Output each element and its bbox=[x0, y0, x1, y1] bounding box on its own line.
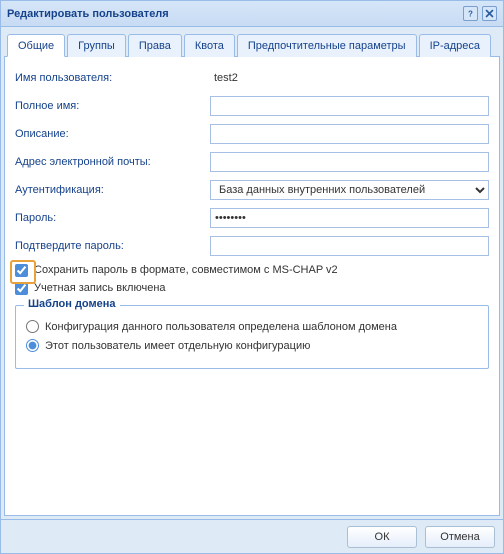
input-password[interactable] bbox=[210, 208, 489, 228]
fieldset-domain-template: Шаблон домена Конфигурация данного польз… bbox=[15, 305, 489, 369]
label-radio-separate: Этот пользователь имеет отдельную конфиг… bbox=[45, 340, 310, 352]
ok-button[interactable]: ОК bbox=[347, 526, 417, 548]
titlebar-icons: ? bbox=[463, 6, 497, 21]
label-account-enabled: Учетная запись включена bbox=[34, 281, 166, 295]
row-username: Имя пользователя: bbox=[15, 67, 489, 89]
dialog-body: Общие Группы Права Квота Предпочтительны… bbox=[1, 27, 503, 519]
input-email[interactable] bbox=[210, 152, 489, 172]
svg-text:?: ? bbox=[468, 10, 473, 19]
edit-user-dialog: Редактировать пользователя ? Общие Групп… bbox=[0, 0, 504, 554]
select-auth[interactable]: База данных внутренних пользователей bbox=[210, 180, 489, 200]
row-account-enabled: Учетная запись включена bbox=[15, 281, 489, 295]
input-description[interactable] bbox=[210, 124, 489, 144]
tab-general[interactable]: Общие bbox=[7, 34, 65, 57]
close-icon[interactable] bbox=[482, 6, 497, 21]
row-password: Пароль: bbox=[15, 207, 489, 229]
tab-preferences[interactable]: Предпочтительные параметры bbox=[237, 34, 417, 57]
radio-domain-template[interactable] bbox=[26, 320, 39, 333]
titlebar: Редактировать пользователя ? bbox=[1, 1, 503, 27]
help-icon[interactable]: ? bbox=[463, 6, 478, 21]
input-confirm[interactable] bbox=[210, 236, 489, 256]
tab-panel-general: Имя пользователя: Полное имя: Описание: … bbox=[4, 57, 500, 516]
label-email: Адрес электронной почты: bbox=[15, 156, 210, 168]
label-password: Пароль: bbox=[15, 212, 210, 224]
dialog-title: Редактировать пользователя bbox=[7, 8, 169, 20]
row-mschap: Сохранить пароль в формате, совместимом … bbox=[15, 263, 489, 277]
row-confirm: Подтвердите пароль: bbox=[15, 235, 489, 257]
row-description: Описание: bbox=[15, 123, 489, 145]
label-description: Описание: bbox=[15, 128, 210, 140]
label-confirm: Подтвердите пароль: bbox=[15, 240, 210, 252]
tab-quota[interactable]: Квота bbox=[184, 34, 235, 57]
label-radio-domain: Конфигурация данного пользователя опреде… bbox=[45, 321, 397, 333]
button-bar: ОК Отмена bbox=[1, 519, 503, 553]
row-email: Адрес электронной почты: bbox=[15, 151, 489, 173]
row-radio-separate: Этот пользователь имеет отдельную конфиг… bbox=[26, 339, 478, 352]
tabstrip: Общие Группы Права Квота Предпочтительны… bbox=[4, 30, 500, 57]
row-auth: Аутентификация: База данных внутренних п… bbox=[15, 179, 489, 201]
tab-ipaddresses[interactable]: IP-адреса bbox=[419, 34, 491, 57]
row-radio-domain: Конфигурация данного пользователя опреде… bbox=[26, 320, 478, 333]
row-fullname: Полное имя: bbox=[15, 95, 489, 117]
checkbox-account-enabled[interactable] bbox=[15, 282, 28, 295]
checkbox-mschap[interactable] bbox=[15, 264, 28, 277]
label-fullname: Полное имя: bbox=[15, 100, 210, 112]
input-username[interactable] bbox=[210, 68, 489, 88]
legend-domain-template: Шаблон домена bbox=[24, 298, 120, 310]
radio-separate-config[interactable] bbox=[26, 339, 39, 352]
label-mschap: Сохранить пароль в формате, совместимом … bbox=[34, 263, 338, 277]
label-auth: Аутентификация: bbox=[15, 184, 210, 196]
cancel-button[interactable]: Отмена bbox=[425, 526, 495, 548]
label-username: Имя пользователя: bbox=[15, 72, 210, 84]
tab-groups[interactable]: Группы bbox=[67, 34, 126, 57]
tab-rights[interactable]: Права bbox=[128, 34, 182, 57]
input-fullname[interactable] bbox=[210, 96, 489, 116]
